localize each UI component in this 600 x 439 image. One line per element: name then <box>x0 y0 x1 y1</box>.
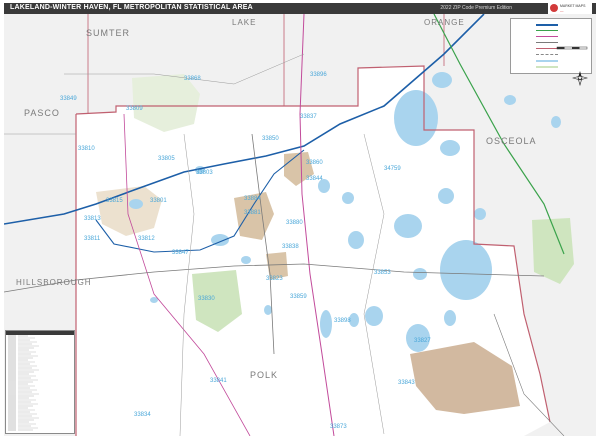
zip-label: 33837 <box>300 114 317 120</box>
title-bar: LAKELAND-WINTER HAVEN, FL METROPOLITAN S… <box>4 3 596 14</box>
county-label-polk: POLK <box>250 370 279 380</box>
zip-label: 33884 <box>244 196 261 202</box>
zip-label: 33850 <box>262 136 279 142</box>
zip-label: 33827 <box>414 338 431 344</box>
zip-label: 33844 <box>306 176 323 182</box>
zip-label: 33880 <box>286 220 303 226</box>
zip-index-table <box>5 330 75 434</box>
publisher-logo: MARKET MAPS — <box>548 2 592 14</box>
zip-label: 33898 <box>334 318 351 324</box>
zip-label: 33838 <box>282 244 299 250</box>
zip-label: 33841 <box>210 378 227 384</box>
lake-pierce <box>342 192 354 204</box>
zip-label: 33811 <box>84 236 101 242</box>
lake-small-5 <box>504 95 516 105</box>
county-label-lake: LAKE <box>232 18 257 27</box>
lake-parker <box>129 199 143 209</box>
zip-index-rows <box>6 331 74 431</box>
zip-label: 33805 <box>158 156 175 162</box>
zip-label: 33847 <box>172 250 189 256</box>
zip-label: 33896 <box>310 72 327 78</box>
lake-tiger <box>444 310 456 326</box>
zip-label: 33853 <box>374 270 391 276</box>
zip-label: 33809 <box>126 106 143 112</box>
zip-label: 33881 <box>244 210 261 216</box>
lake-small-6 <box>551 116 561 128</box>
zip-label: 33860 <box>306 160 323 166</box>
zip-label: 34759 <box>384 166 401 172</box>
lake-small-1 <box>241 256 251 264</box>
county-label-orange: ORANGE <box>424 18 465 27</box>
zip-label: 33834 <box>134 412 151 418</box>
zip-label: 33810 <box>78 146 95 152</box>
lake-small-3 <box>264 305 272 315</box>
zip-label: 33801 <box>150 198 167 204</box>
lake-kissimmee <box>440 240 492 300</box>
county-label-pasco: PASCO <box>24 108 60 118</box>
lake-hatchineha <box>394 214 422 238</box>
county-label-sumter: SUMTER <box>86 28 130 38</box>
map-title: LAKELAND-WINTER HAVEN, FL METROPOLITAN S… <box>10 4 253 11</box>
zip-label: 33812 <box>138 236 155 242</box>
zip-label: 33815 <box>106 198 123 204</box>
zip-label: 33813 <box>84 216 101 222</box>
map-frame: LAKELAND-WINTER HAVEN, FL METROPOLITAN S… <box>0 0 600 439</box>
edition-label: 2022 ZIP Code Premium Edition <box>440 5 512 11</box>
publisher-logo-text: MARKET MAPS <box>560 4 586 8</box>
zip-label: 33803 <box>196 170 213 176</box>
county-label-osceola: OSCEOLA <box>486 136 537 146</box>
zip-label: 33859 <box>290 294 307 300</box>
east-lake <box>432 72 452 88</box>
north-arrow-icon <box>572 71 588 86</box>
zip-label: 33849 <box>60 96 77 102</box>
lake-tohopekaliga <box>394 90 438 146</box>
svg-text:—: — <box>560 9 564 13</box>
zip-label: 33873 <box>330 424 347 430</box>
crooked-lake <box>320 310 332 338</box>
county-label-hillsborough: HILLSBOROUGH <box>16 278 92 287</box>
zip-label: 33843 <box>398 380 415 386</box>
lake-gentry <box>474 208 486 220</box>
lake-marion <box>348 231 364 249</box>
lake-rosalie <box>413 268 427 280</box>
scale-bar-icon <box>556 46 588 50</box>
lake-jackson <box>440 140 460 156</box>
lake-cypress <box>438 188 454 204</box>
zip-label: 33823 <box>266 276 283 282</box>
lake-walk-in-water <box>365 306 383 326</box>
zip-label: 33868 <box>184 76 201 82</box>
zip-label: 33830 <box>198 296 215 302</box>
